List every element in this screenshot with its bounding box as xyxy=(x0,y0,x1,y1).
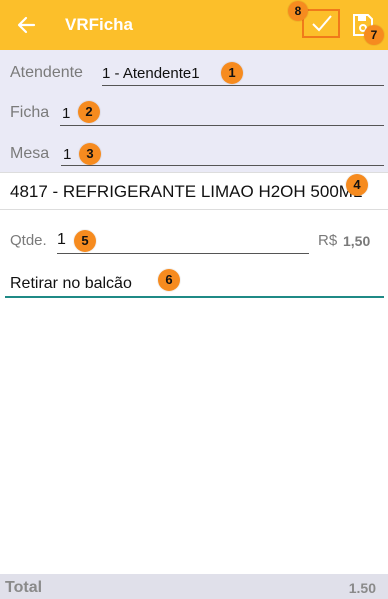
app-bar: VRFicha xyxy=(0,0,388,50)
ficha-label: Ficha xyxy=(10,104,50,121)
price-currency: R$ xyxy=(318,232,338,249)
atendente-field[interactable]: 1 - Atendente1 xyxy=(102,65,200,82)
annotation-marker-8: 8 xyxy=(288,1,308,21)
ficha-field[interactable]: 1 xyxy=(62,105,70,122)
total-label: Total xyxy=(5,579,43,596)
annotation-marker-3: 3 xyxy=(79,143,101,165)
annotation-marker-2: 2 xyxy=(78,101,100,123)
quantity-field[interactable]: 1 xyxy=(57,231,66,249)
total-value: 1.50 xyxy=(348,580,376,596)
app-title: VRFicha xyxy=(65,15,134,34)
atendente-label: Atendente xyxy=(10,64,83,81)
product-field[interactable]: 4817 - REFRIGERANTE LIMAO H2OH 500ML xyxy=(0,172,388,210)
observation-underline xyxy=(5,296,384,298)
annotation-marker-7: 7 xyxy=(364,25,384,45)
annotation-marker-4: 4 xyxy=(346,174,368,196)
annotation-marker-6: 6 xyxy=(158,269,180,291)
total-bar: Total 1.50 xyxy=(0,574,388,599)
quantity-underline xyxy=(57,253,309,254)
mesa-underline xyxy=(61,165,384,166)
product-text: 4817 - REFRIGERANTE LIMAO H2OH 500ML xyxy=(10,182,363,201)
annotation-marker-1: 1 xyxy=(221,62,243,84)
atendente-underline xyxy=(102,85,384,86)
mesa-field[interactable]: 1 xyxy=(63,146,71,163)
check-icon xyxy=(312,15,332,32)
annotation-marker-5: 5 xyxy=(74,230,96,252)
observation-field[interactable]: Retirar no balcão xyxy=(10,275,132,293)
ficha-underline xyxy=(60,125,384,126)
quantity-label: Qtde. xyxy=(10,232,47,249)
back-arrow-icon[interactable] xyxy=(14,13,38,37)
mesa-label: Mesa xyxy=(10,145,50,162)
price-value: 1,50 xyxy=(343,233,371,249)
